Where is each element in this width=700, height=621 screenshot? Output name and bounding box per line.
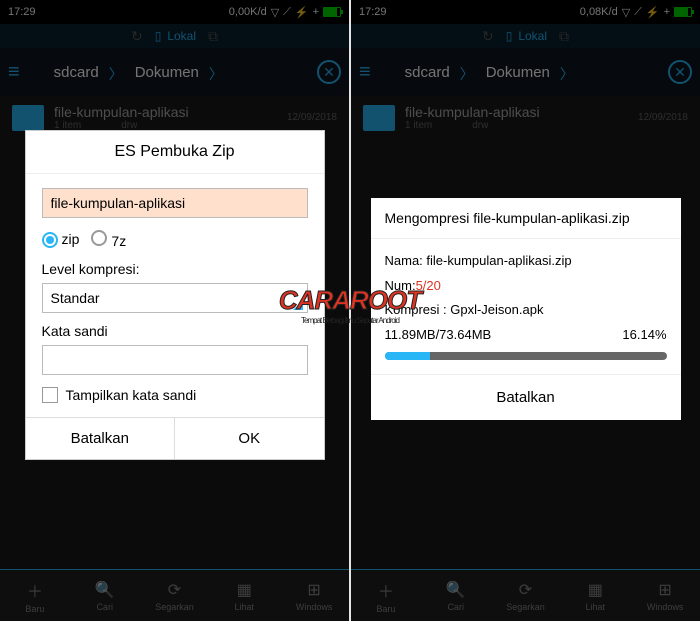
compression-level-select[interactable]: Standar (42, 283, 308, 313)
progress-bar (385, 352, 667, 360)
cancel-button[interactable]: Batalkan (26, 418, 176, 459)
compress-label: Kompresi : (385, 302, 451, 317)
name-label: Nama: (385, 253, 427, 268)
compress-value: Gpxl-Jeison.apk (450, 302, 543, 317)
cancel-button[interactable]: Batalkan (371, 374, 681, 420)
show-password-checkbox[interactable] (42, 387, 58, 403)
password-label: Kata sandi (42, 323, 308, 339)
num-label: Num: (385, 278, 416, 293)
show-password-label: Tampilkan kata sandi (66, 387, 197, 403)
modal-overlay: ES Pembuka Zip zip 7z Level kompresi: St… (0, 0, 349, 621)
compression-level-label: Level kompresi: (42, 261, 308, 277)
progress-title: Mengompresi file-kumpulan-aplikasi.zip (371, 198, 681, 239)
radio-selected-icon (42, 232, 58, 248)
radio-unselected-icon (91, 230, 107, 246)
progress-dialog: Mengompresi file-kumpulan-aplikasi.zip N… (371, 198, 681, 420)
progress-fill (385, 352, 431, 360)
modal-overlay: Mengompresi file-kumpulan-aplikasi.zip N… (351, 0, 700, 621)
num-value: 5/20 (416, 278, 441, 293)
radio-zip[interactable]: zip (42, 231, 80, 248)
zip-dialog: ES Pembuka Zip zip 7z Level kompresi: St… (25, 130, 325, 460)
dialog-title: ES Pembuka Zip (26, 131, 324, 174)
password-input[interactable] (42, 345, 308, 375)
archive-name-input[interactable] (42, 188, 308, 218)
radio-7z[interactable]: 7z (91, 230, 126, 249)
percent-text: 16.14% (622, 323, 666, 348)
size-text: 11.89MB/73.64MB (385, 323, 492, 348)
ok-button[interactable]: OK (175, 418, 324, 459)
name-value: file-kumpulan-aplikasi.zip (426, 253, 571, 268)
